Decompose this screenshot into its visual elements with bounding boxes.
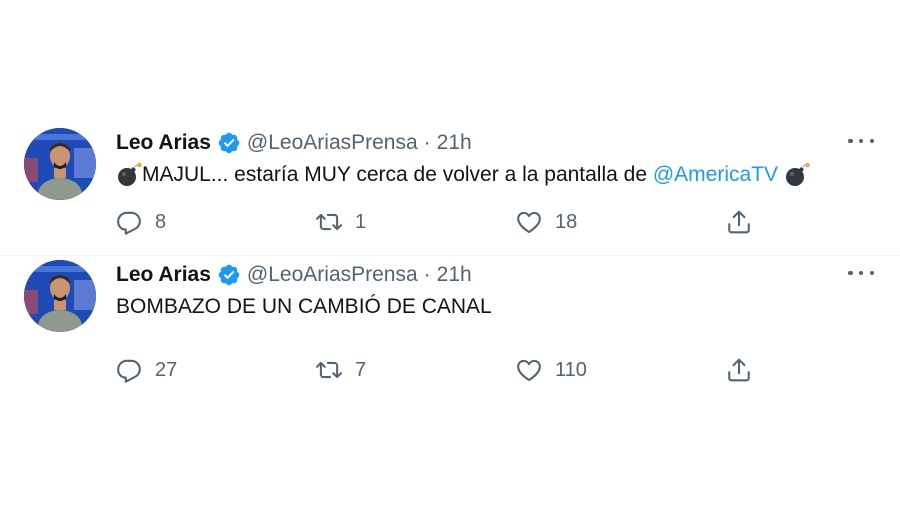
retweet-icon bbox=[316, 209, 342, 235]
tweet-timestamp[interactable]: 21h bbox=[437, 131, 472, 155]
display-name[interactable]: Leo Arias bbox=[116, 131, 211, 155]
retweet-button[interactable]: 1 bbox=[316, 206, 366, 238]
reply-count: 8 bbox=[155, 210, 167, 233]
tweet-text: BOMBAZO DE UN CAMBIÓ DE CANAL bbox=[116, 294, 492, 320]
avatar-photo bbox=[24, 260, 96, 332]
tweet-text: MAJUL... estaría MUY cerca de volver a l… bbox=[116, 162, 810, 188]
display-name[interactable]: Leo Arias bbox=[116, 263, 211, 287]
tweet[interactable]: Leo Arias @LeoAriasPrensa · 21h BOMBAZO … bbox=[0, 256, 900, 396]
like-icon bbox=[516, 357, 542, 383]
avatar[interactable] bbox=[24, 128, 96, 200]
tweet[interactable]: Leo Arias @LeoAriasPrensa · 21h MAJUL...… bbox=[0, 124, 900, 256]
avatar-photo bbox=[24, 128, 96, 200]
retweet-count: 7 bbox=[355, 358, 367, 381]
reply-icon bbox=[116, 209, 142, 235]
tweet-text-body: MAJUL... estaría MUY cerca de volver a l… bbox=[142, 163, 653, 186]
like-count: 18 bbox=[555, 210, 578, 233]
separator-dot: · bbox=[423, 131, 431, 154]
avatar[interactable] bbox=[24, 260, 96, 332]
more-icon[interactable] bbox=[848, 262, 874, 284]
retweet-icon bbox=[316, 357, 342, 383]
tweet-actions: 8 1 18 bbox=[0, 206, 900, 238]
mention-link[interactable]: @AmericaTV bbox=[653, 162, 778, 188]
like-button[interactable]: 18 bbox=[516, 206, 577, 238]
reply-icon bbox=[116, 357, 142, 383]
share-icon bbox=[726, 357, 752, 383]
more-icon[interactable] bbox=[848, 130, 874, 152]
user-handle[interactable]: @LeoAriasPrensa bbox=[247, 263, 418, 287]
bomb-emoji-icon bbox=[116, 162, 142, 188]
tweet-header: Leo Arias @LeoAriasPrensa · 21h bbox=[116, 260, 472, 290]
verified-badge-icon bbox=[217, 263, 241, 287]
share-icon bbox=[726, 209, 752, 235]
reply-button[interactable]: 27 bbox=[116, 354, 177, 386]
verified-badge-icon bbox=[217, 131, 241, 155]
tweet-actions: 27 7 110 bbox=[0, 354, 900, 386]
tweet-header: Leo Arias @LeoAriasPrensa · 21h bbox=[116, 128, 472, 158]
retweet-count: 1 bbox=[355, 210, 367, 233]
like-button[interactable]: 110 bbox=[516, 354, 587, 386]
user-handle[interactable]: @LeoAriasPrensa bbox=[247, 131, 418, 155]
share-button[interactable] bbox=[726, 206, 752, 238]
reply-button[interactable]: 8 bbox=[116, 206, 166, 238]
retweet-button[interactable]: 7 bbox=[316, 354, 366, 386]
like-count: 110 bbox=[555, 358, 587, 381]
separator-dot: · bbox=[423, 263, 431, 286]
tweet-timestamp[interactable]: 21h bbox=[437, 263, 472, 287]
bomb-emoji-icon bbox=[784, 162, 810, 188]
reply-count: 27 bbox=[155, 358, 178, 381]
tweet-text-body: BOMBAZO DE UN CAMBIÓ DE CANAL bbox=[116, 295, 492, 318]
like-icon bbox=[516, 209, 542, 235]
share-button[interactable] bbox=[726, 354, 752, 386]
